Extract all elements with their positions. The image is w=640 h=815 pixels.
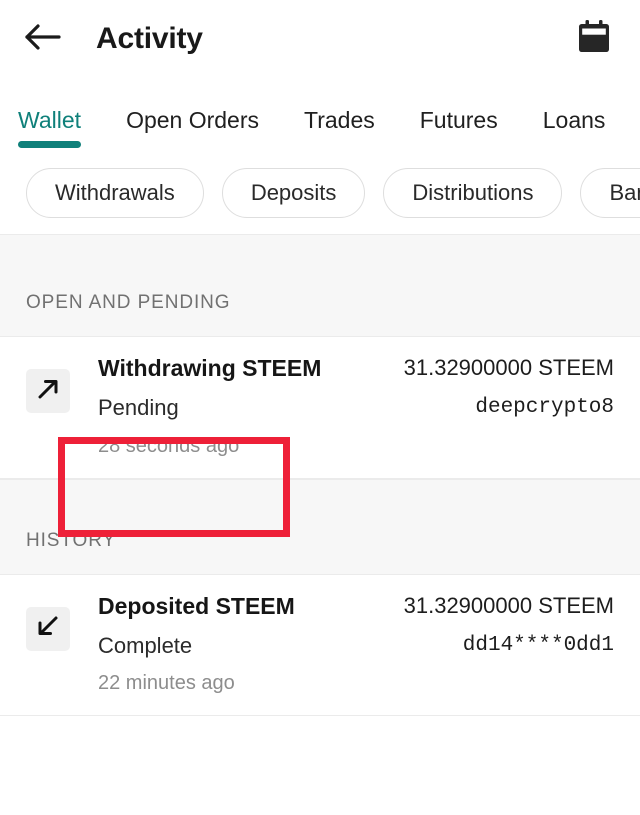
tab-futures[interactable]: Futures <box>420 107 498 156</box>
back-button[interactable] <box>24 16 70 62</box>
section-header-open-and-pending: OPEN AND PENDING <box>0 234 640 337</box>
transaction-values-pending: 31.32900000 STEEM deepcrypto8 <box>394 355 614 458</box>
tab-futures-label: Futures <box>419 107 498 133</box>
transaction-amount: 31.32900000 STEEM <box>403 355 614 380</box>
arrow-left-icon <box>24 22 62 57</box>
transaction-destination: dd14****0dd1 <box>462 634 614 658</box>
chip-withdrawals-label: Withdrawals <box>55 180 175 205</box>
chip-distributions[interactable]: Distributions <box>383 168 563 218</box>
chip-bank-label: Bank <box>609 180 640 205</box>
transaction-timestamp: 22 minutes ago <box>98 672 235 695</box>
chip-bank[interactable]: Bank <box>580 168 640 218</box>
calendar-button[interactable] <box>572 17 616 61</box>
transaction-row-history[interactable]: Deposited STEEM Complete 22 minutes ago … <box>0 574 640 717</box>
deposit-icon-container <box>26 606 70 651</box>
withdrawal-icon-container <box>26 369 70 413</box>
chip-deposits-label: Deposits <box>250 180 337 205</box>
transaction-row-pending[interactable]: Withdrawing STEEM Pending 28 seconds ago… <box>0 337 640 479</box>
transaction-status: Pending <box>98 395 179 421</box>
tab-bar[interactable]: Wallet Open Orders Trades Futures Loans <box>0 78 640 156</box>
tab-open-orders[interactable]: Open Orders <box>126 107 259 156</box>
transaction-details-history: Deposited STEEM Complete 22 minutes ago <box>70 593 394 696</box>
tab-loans[interactable]: Loans <box>543 107 606 156</box>
tab-open-orders-label: Open Orders <box>126 107 260 133</box>
tab-trades[interactable]: Trades <box>304 107 375 156</box>
transaction-title: Withdrawing STEEM <box>98 355 322 381</box>
transaction-values-history: 31.32900000 STEEM dd14****0dd1 <box>394 593 614 696</box>
chip-distributions-label: Distributions <box>412 180 534 205</box>
section-header-history: HISTORY <box>0 478 640 575</box>
arrow-up-right-icon <box>33 374 63 409</box>
chip-deposits[interactable]: Deposits <box>221 168 366 218</box>
transaction-details-pending: Withdrawing STEEM Pending 28 seconds ago <box>70 355 394 458</box>
section-header-label: HISTORY <box>26 529 117 551</box>
tab-wallet[interactable]: Wallet <box>18 107 82 156</box>
transaction-status: Complete <box>98 633 193 659</box>
transaction-amount: 31.32900000 STEEM <box>403 592 614 618</box>
transaction-timestamp: 28 seconds ago <box>98 434 240 457</box>
chip-withdrawals[interactable]: Withdrawals <box>26 168 204 218</box>
transaction-title: Deposited STEEM <box>98 592 295 619</box>
app-header: Activity <box>0 0 640 78</box>
tab-wallet-label: Wallet <box>18 107 82 133</box>
section-header-label: OPEN AND PENDING <box>26 292 231 313</box>
tab-loans-label: Loans <box>542 107 606 133</box>
transaction-destination: deepcrypto8 <box>475 396 614 420</box>
filter-chip-row[interactable]: Withdrawals Deposits Distributions Bank <box>0 156 640 234</box>
page-title: Activity <box>96 22 203 55</box>
arrow-down-left-icon <box>33 611 63 646</box>
calendar-icon <box>574 17 614 62</box>
tab-trades-label: Trades <box>304 107 375 133</box>
